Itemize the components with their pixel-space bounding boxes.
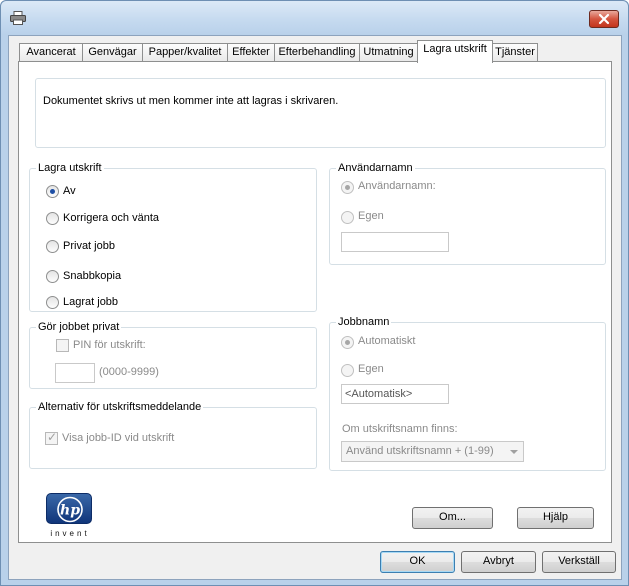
job-name-group: Jobbnamn Automatiskt Egen <Automatisk> O… — [329, 316, 606, 471]
tab-label: Genvägar — [88, 46, 137, 58]
radio-job-name-auto-label: Automatiskt — [358, 335, 416, 347]
tab-label: Tjänster — [495, 46, 535, 58]
pin-range-hint: (0000-9999) — [99, 366, 159, 378]
dialog-client-area: Avancerat Genvägar Papper/kvalitet Effek… — [8, 35, 622, 580]
radio-job-name-custom-label: Egen — [358, 363, 384, 375]
tab-label: Efterbehandling — [278, 46, 356, 58]
radio-private-job-label: Privat jobb — [63, 240, 115, 252]
tab-genvagar[interactable]: Genvägar — [82, 43, 143, 62]
radio-quick-copy-label: Snabbkopia — [63, 270, 122, 282]
radio-user-name-label: Användarnamn: — [358, 180, 436, 192]
radio-job-name-custom[interactable] — [341, 364, 354, 377]
tab-avancerat[interactable]: Avancerat — [19, 43, 83, 62]
radio-job-name-auto[interactable] — [341, 336, 354, 349]
radio-private-job[interactable] — [46, 240, 59, 253]
cancel-button[interactable]: Avbryt — [461, 551, 536, 573]
chevron-down-icon — [510, 450, 518, 454]
job-name-legend: Jobbnamn — [336, 316, 392, 328]
radio-proof-and-hold[interactable] — [46, 212, 59, 225]
apply-label: Verkställ — [558, 555, 600, 567]
tab-page-lagra-utskrift: Dokumentet skrivs ut men kommer inte att… — [18, 61, 612, 543]
printer-icon — [10, 11, 26, 25]
job-name-exists-value: Använd utskriftsnamn + (1-99) — [346, 445, 494, 457]
user-name-legend: Användarnamn — [336, 162, 415, 174]
user-name-input[interactable] — [341, 232, 449, 252]
radio-user-name-custom-label: Egen — [358, 210, 384, 222]
radio-user-name[interactable] — [341, 181, 354, 194]
close-icon — [598, 13, 610, 25]
radio-store-off-label: Av — [63, 185, 76, 197]
show-job-id-checkbox[interactable] — [45, 430, 58, 445]
store-job-group: Lagra utskrift Av Korrigera och vänta Pr… — [29, 162, 317, 312]
hp-logo-mark: hp — [46, 493, 92, 524]
store-job-legend: Lagra utskrift — [36, 162, 104, 174]
svg-text:hp: hp — [60, 503, 80, 519]
radio-quick-copy[interactable] — [46, 270, 59, 283]
private-job-group: Gör jobbet privat PIN för utskrift: (000… — [29, 321, 317, 389]
status-message: Dokumentet skrivs ut men kommer inte att… — [43, 95, 339, 107]
tab-lagra-utskrift[interactable]: Lagra utskrift — [417, 40, 493, 63]
radio-stored-job-label: Lagrat jobb — [63, 296, 119, 308]
notification-legend: Alternativ för utskriftsmeddelande — [36, 401, 204, 413]
apply-button[interactable]: Verkställ — [542, 551, 616, 573]
ok-button[interactable]: OK — [380, 551, 455, 573]
status-message-box: Dokumentet skrivs ut men kommer inte att… — [35, 78, 606, 148]
user-name-group: Användarnamn Användarnamn: Egen — [329, 162, 606, 265]
show-job-id-label: Visa jobb-ID vid utskrift — [62, 432, 175, 444]
tab-label: Utmatning — [363, 46, 414, 58]
radio-stored-job[interactable] — [46, 296, 59, 309]
tab-efterbehandling[interactable]: Efterbehandling — [274, 43, 360, 62]
tab-label: Lagra utskrift — [423, 43, 487, 55]
radio-user-name-custom[interactable] — [341, 211, 354, 224]
about-button[interactable]: Om... — [412, 507, 493, 529]
close-button[interactable] — [589, 10, 619, 28]
radio-store-off[interactable] — [46, 185, 59, 198]
hp-logo: hp invent — [41, 493, 99, 539]
tab-label: Effekter — [232, 46, 270, 58]
tab-tjanster[interactable]: Tjänster — [492, 43, 538, 62]
notification-group: Alternativ för utskriftsmeddelande Visa … — [29, 401, 317, 469]
job-name-exists-select[interactable]: Använd utskriftsnamn + (1-99) — [341, 441, 524, 462]
hp-logo-text: invent — [50, 529, 90, 538]
pin-checkbox-label: PIN för utskrift: — [73, 339, 146, 351]
tab-papper-kvalitet[interactable]: Papper/kvalitet — [142, 43, 228, 62]
pin-checkbox[interactable] — [56, 339, 69, 352]
print-properties-window: Avancerat Genvägar Papper/kvalitet Effek… — [0, 0, 629, 586]
job-name-exists-label: Om utskriftsnamn finns: — [342, 423, 458, 435]
tab-label: Avancerat — [26, 46, 76, 58]
tab-utmatning[interactable]: Utmatning — [359, 43, 418, 62]
job-name-input[interactable]: <Automatisk> — [341, 384, 449, 404]
radio-proof-and-hold-label: Korrigera och vänta — [63, 212, 159, 224]
tab-label: Papper/kvalitet — [148, 46, 222, 58]
title-bar[interactable] — [1, 1, 628, 35]
pin-input[interactable] — [55, 363, 95, 383]
private-job-legend: Gör jobbet privat — [36, 321, 122, 333]
tab-effekter[interactable]: Effekter — [227, 43, 275, 62]
help-button[interactable]: Hjälp — [517, 507, 594, 529]
hp-logo-icon: hp — [57, 496, 83, 523]
